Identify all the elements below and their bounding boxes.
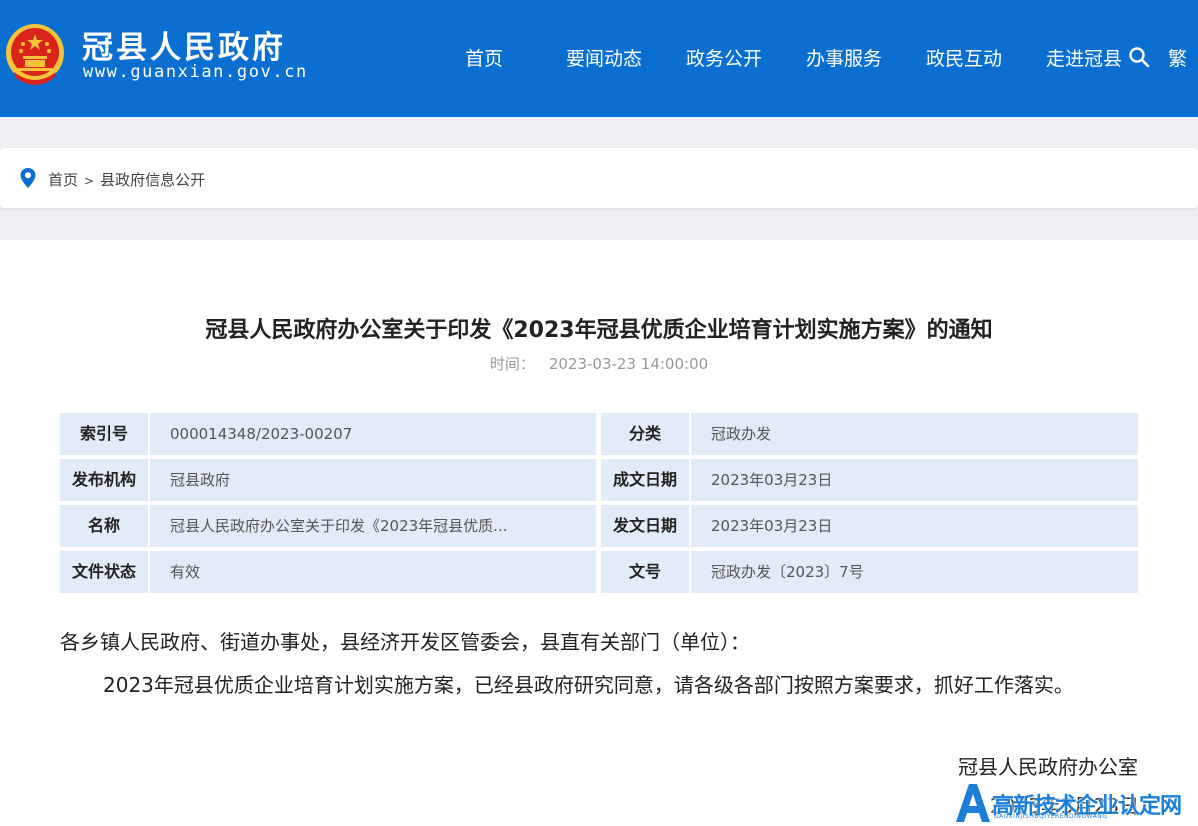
metadata-label: 索引号 xyxy=(60,413,148,455)
nav-item-services[interactable]: 办事服务 xyxy=(784,44,904,71)
metadata-value: 冠县人民政府办公室关于印发《2023年冠县优质... xyxy=(150,505,596,547)
search-icon[interactable] xyxy=(1128,46,1150,68)
nav-item-home[interactable]: 首页 xyxy=(424,44,544,71)
metadata-label: 成文日期 xyxy=(601,459,689,501)
nav-item-government-affairs[interactable]: 政务公开 xyxy=(664,44,784,71)
article-panel: 冠县人民政府办公室关于印发《2023年冠县优质企业培育计划实施方案》的通知 时间… xyxy=(0,240,1198,826)
metadata-row: 文件状态 有效 文号 冠政办发〔2023〕7号 xyxy=(60,551,1138,593)
site-title: 冠县人民政府 xyxy=(82,30,286,66)
metadata-label: 发布机构 xyxy=(60,459,148,501)
watermark-logo-icon xyxy=(956,784,990,822)
article-title: 冠县人民政府办公室关于印发《2023年冠县优质企业培育计划实施方案》的通知 xyxy=(205,318,993,343)
metadata-value: 冠政办发〔2023〕7号 xyxy=(691,551,1138,593)
metadata-label: 发文日期 xyxy=(601,505,689,547)
metadata-label: 文号 xyxy=(601,551,689,593)
main-nav: 首页 要闻动态 政务公开 办事服务 政民互动 走进冠县 xyxy=(424,44,1144,71)
metadata-value: 冠县政府 xyxy=(150,459,596,501)
national-emblem-icon[interactable] xyxy=(4,22,66,88)
metadata-value: 2023年03月23日 xyxy=(691,505,1138,547)
article-paragraph: 2023年冠县优质企业培育计划实施方案，已经县政府研究同意，请各级各部门按照方案… xyxy=(103,673,1074,697)
traditional-chinese-toggle[interactable]: 繁 xyxy=(1168,44,1187,71)
metadata-row: 名称 冠县人民政府办公室关于印发《2023年冠县优质... 发文日期 2023年… xyxy=(60,505,1138,547)
breadcrumb-bar: 首页 > 县政府信息公开 xyxy=(0,148,1198,208)
watermark-subtext: GAOXINJISHUQIYERENDINGWANG xyxy=(994,813,1108,820)
breadcrumb-current-link[interactable]: 县政府信息公开 xyxy=(100,171,205,189)
nav-item-news[interactable]: 要闻动态 xyxy=(544,44,664,71)
metadata-value: 2023年03月23日 xyxy=(691,459,1138,501)
breadcrumb: 首页 > 县政府信息公开 xyxy=(48,169,205,190)
metadata-row: 索引号 000014348/2023-00207 分类 冠政办发 xyxy=(60,413,1138,455)
nav-item-interaction[interactable]: 政民互动 xyxy=(904,44,1024,71)
article-paragraph: 各乡镇人民政府、街道办事处，县经济开发区管委会，县直有关部门（单位）： xyxy=(60,630,750,654)
breadcrumb-home-link[interactable]: 首页 xyxy=(48,171,78,189)
metadata-value: 000014348/2023-00207 xyxy=(150,413,596,455)
nav-item-about[interactable]: 走进冠县 xyxy=(1024,44,1144,71)
metadata-value: 冠政办发 xyxy=(691,413,1138,455)
time-value: 2023-03-23 14:00:00 xyxy=(548,355,709,373)
site-header: 冠县人民政府 www.guanxian.gov.cn 首页 要闻动态 政务公开 … xyxy=(0,0,1198,117)
metadata-value: 有效 xyxy=(150,551,596,593)
metadata-row: 发布机构 冠县政府 成文日期 2023年03月23日 xyxy=(60,459,1138,501)
location-pin-icon xyxy=(20,168,36,188)
breadcrumb-separator: > xyxy=(84,174,95,188)
document-metadata-table: 索引号 000014348/2023-00207 分类 冠政办发 发布机构 冠县… xyxy=(60,413,1138,593)
metadata-label: 文件状态 xyxy=(60,551,148,593)
metadata-label: 名称 xyxy=(60,505,148,547)
article-time: 时间： 2023-03-23 14:00:00 xyxy=(0,353,1198,374)
time-label: 时间： xyxy=(489,355,535,373)
site-domain: www.guanxian.gov.cn xyxy=(83,62,308,82)
metadata-label: 分类 xyxy=(601,413,689,455)
watermark: 高新技术企业认定网 GAOXINJISHUQIYERENDINGWANG xyxy=(952,776,1198,826)
